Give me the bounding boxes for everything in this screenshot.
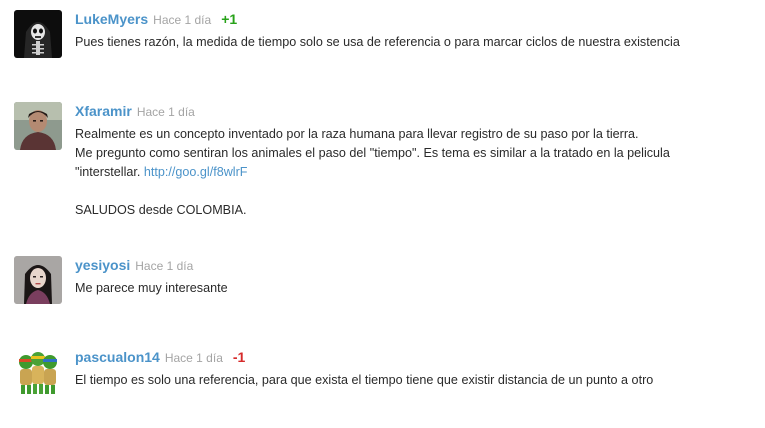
comment-text-line: Me pregunto como sentiran los animales e… bbox=[75, 146, 670, 160]
comment-time: Hace 1 día bbox=[153, 13, 212, 27]
vote-score: -1 bbox=[232, 349, 246, 365]
comment-item: Xfaramir Hace 1 día Realmente es un conce… bbox=[14, 102, 754, 222]
comment-time: Hace 1 día bbox=[136, 105, 195, 119]
comment-text-fragment: "interstellar. bbox=[75, 165, 144, 179]
comment-meta: pascualon14 Hace 1 día -1 bbox=[75, 348, 754, 366]
comment-item: LukeMyers Hace 1 día +1 Pues tienes razón,… bbox=[14, 10, 754, 62]
skeleton-hoodie-avatar-icon bbox=[14, 10, 62, 58]
avatar[interactable] bbox=[14, 102, 62, 150]
comment-text-line: El tiempo es solo una referencia, para q… bbox=[75, 373, 654, 387]
comment-text: Realmente es un concepto inventado por l… bbox=[75, 125, 754, 220]
comment-meta: Xfaramir Hace 1 día bbox=[75, 102, 754, 120]
ninja-turtles-avatar-icon bbox=[14, 348, 62, 396]
external-link[interactable]: http://goo.gl/f8wlrF bbox=[144, 165, 248, 179]
comment-time: Hace 1 día bbox=[164, 351, 223, 365]
comment-meta: yesiyosi Hace 1 día bbox=[75, 256, 754, 274]
comment-text-blank-line bbox=[75, 182, 754, 201]
comment-text-line: Realmente es un concepto inventado por l… bbox=[75, 127, 639, 141]
comment-item: pascualon14 Hace 1 día -1 El tiempo es sol… bbox=[14, 348, 754, 400]
comment-text-line: Pues tienes razón, la medida de tiempo s… bbox=[75, 35, 680, 49]
woman-portrait-avatar-icon bbox=[14, 256, 62, 304]
comment-text-line: SALUDOS desde COLOMBIA. bbox=[75, 203, 247, 217]
comment-body: LukeMyers Hace 1 día +1 Pues tienes razón,… bbox=[75, 10, 754, 52]
username-link[interactable]: yesiyosi bbox=[75, 257, 130, 273]
comment-text: Me parece muy interesante bbox=[75, 279, 754, 298]
comment-body: yesiyosi Hace 1 día Me parece muy interes… bbox=[75, 256, 754, 298]
comment-body: Xfaramir Hace 1 día Realmente es un conce… bbox=[75, 102, 754, 220]
comment-text-line: Me parece muy interesante bbox=[75, 281, 228, 295]
comment-text: Pues tienes razón, la medida de tiempo s… bbox=[75, 33, 754, 52]
avatar[interactable] bbox=[14, 256, 62, 304]
username-link[interactable]: pascualon14 bbox=[75, 349, 160, 365]
username-link[interactable]: LukeMyers bbox=[75, 11, 148, 27]
comment-body: pascualon14 Hace 1 día -1 El tiempo es sol… bbox=[75, 348, 754, 390]
comment-text-line-with-link: "interstellar. http://goo.gl/f8wlrF bbox=[75, 163, 754, 182]
comment-text: El tiempo es solo una referencia, para q… bbox=[75, 371, 754, 390]
avatar[interactable] bbox=[14, 348, 62, 396]
avatar[interactable] bbox=[14, 10, 62, 58]
comment-item: yesiyosi Hace 1 día Me parece muy interes… bbox=[14, 256, 754, 308]
username-link[interactable]: Xfaramir bbox=[75, 103, 132, 119]
comment-meta: LukeMyers Hace 1 día +1 bbox=[75, 10, 754, 28]
man-portrait-avatar-icon bbox=[14, 102, 62, 150]
vote-score: +1 bbox=[221, 11, 238, 27]
comment-time: Hace 1 día bbox=[135, 259, 194, 273]
